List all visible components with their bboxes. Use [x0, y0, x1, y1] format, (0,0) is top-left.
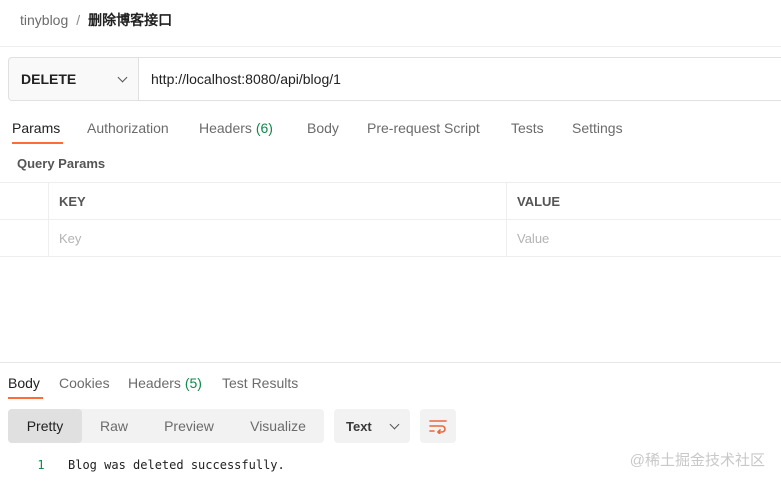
url-value: http://localhost:8080/api/blog/1	[151, 71, 341, 87]
tab-authorization[interactable]: Authorization	[75, 118, 187, 140]
wrap-lines-icon	[429, 420, 447, 434]
breadcrumb: tinyblog / 删除博客接口	[20, 10, 172, 30]
table-row: Key Value	[0, 220, 781, 257]
view-raw-button[interactable]: Raw	[82, 409, 146, 443]
headers-count: (6)	[255, 120, 273, 136]
view-mode-group: Pretty Raw Preview Visualize	[8, 409, 324, 443]
tab-headers[interactable]: Headers (6)	[187, 118, 295, 140]
line-number: 1	[37, 458, 45, 472]
response-tab-headers[interactable]: Headers (5)	[120, 374, 214, 394]
request-name[interactable]: 删除博客接口	[88, 10, 172, 30]
row-checkbox-cell	[0, 220, 49, 256]
view-preview-button[interactable]: Preview	[146, 409, 232, 443]
method-value: DELETE	[21, 71, 77, 87]
view-visualize-button[interactable]: Visualize	[232, 409, 324, 443]
response-tab-cookies[interactable]: Cookies	[51, 374, 120, 394]
chevron-down-icon	[389, 419, 400, 429]
method-select[interactable]: DELETE	[9, 58, 139, 100]
tab-settings[interactable]: Settings	[560, 118, 640, 140]
checkbox-column-header	[0, 183, 49, 219]
chevron-down-icon	[117, 72, 128, 82]
tab-tests[interactable]: Tests	[499, 118, 560, 140]
format-select[interactable]: Text	[334, 409, 410, 443]
response-divider[interactable]	[0, 362, 781, 363]
view-pretty-button[interactable]: Pretty	[8, 409, 82, 443]
response-text: Blog was deleted successfully.	[68, 458, 285, 472]
tab-body[interactable]: Body	[295, 118, 355, 140]
table-header-row: KEY VALUE	[0, 183, 781, 220]
tab-params[interactable]: Params	[0, 118, 75, 144]
wrap-lines-button[interactable]	[420, 409, 456, 443]
request-tabs: Params Authorization Headers (6) Body Pr…	[0, 118, 640, 148]
response-tabs: Body Cookies Headers (5) Test Results	[0, 374, 308, 399]
breadcrumb-collection[interactable]: tinyblog	[20, 12, 68, 28]
response-tab-test-results[interactable]: Test Results	[214, 374, 308, 394]
watermark: @稀土掘金技术社区	[629, 452, 765, 469]
request-bar: DELETE http://localhost:8080/api/blog/1	[8, 57, 781, 101]
query-params-title: Query Params	[17, 156, 106, 171]
param-value-input[interactable]: Value	[507, 220, 781, 256]
key-column-header: KEY	[49, 183, 507, 219]
param-key-input[interactable]: Key	[49, 220, 507, 256]
response-headers-count: (5)	[184, 375, 202, 391]
value-column-header: VALUE	[517, 193, 561, 209]
response-tab-body[interactable]: Body	[0, 374, 51, 399]
header-divider	[0, 46, 781, 47]
tab-pre-request-script[interactable]: Pre-request Script	[355, 118, 499, 140]
format-value: Text	[346, 418, 372, 434]
response-body-line[interactable]: 1 Blog was deleted successfully.	[30, 458, 285, 472]
url-input[interactable]: http://localhost:8080/api/blog/1	[139, 58, 781, 100]
query-params-table: KEY VALUE Key Value	[0, 182, 781, 257]
breadcrumb-separator: /	[76, 12, 81, 28]
